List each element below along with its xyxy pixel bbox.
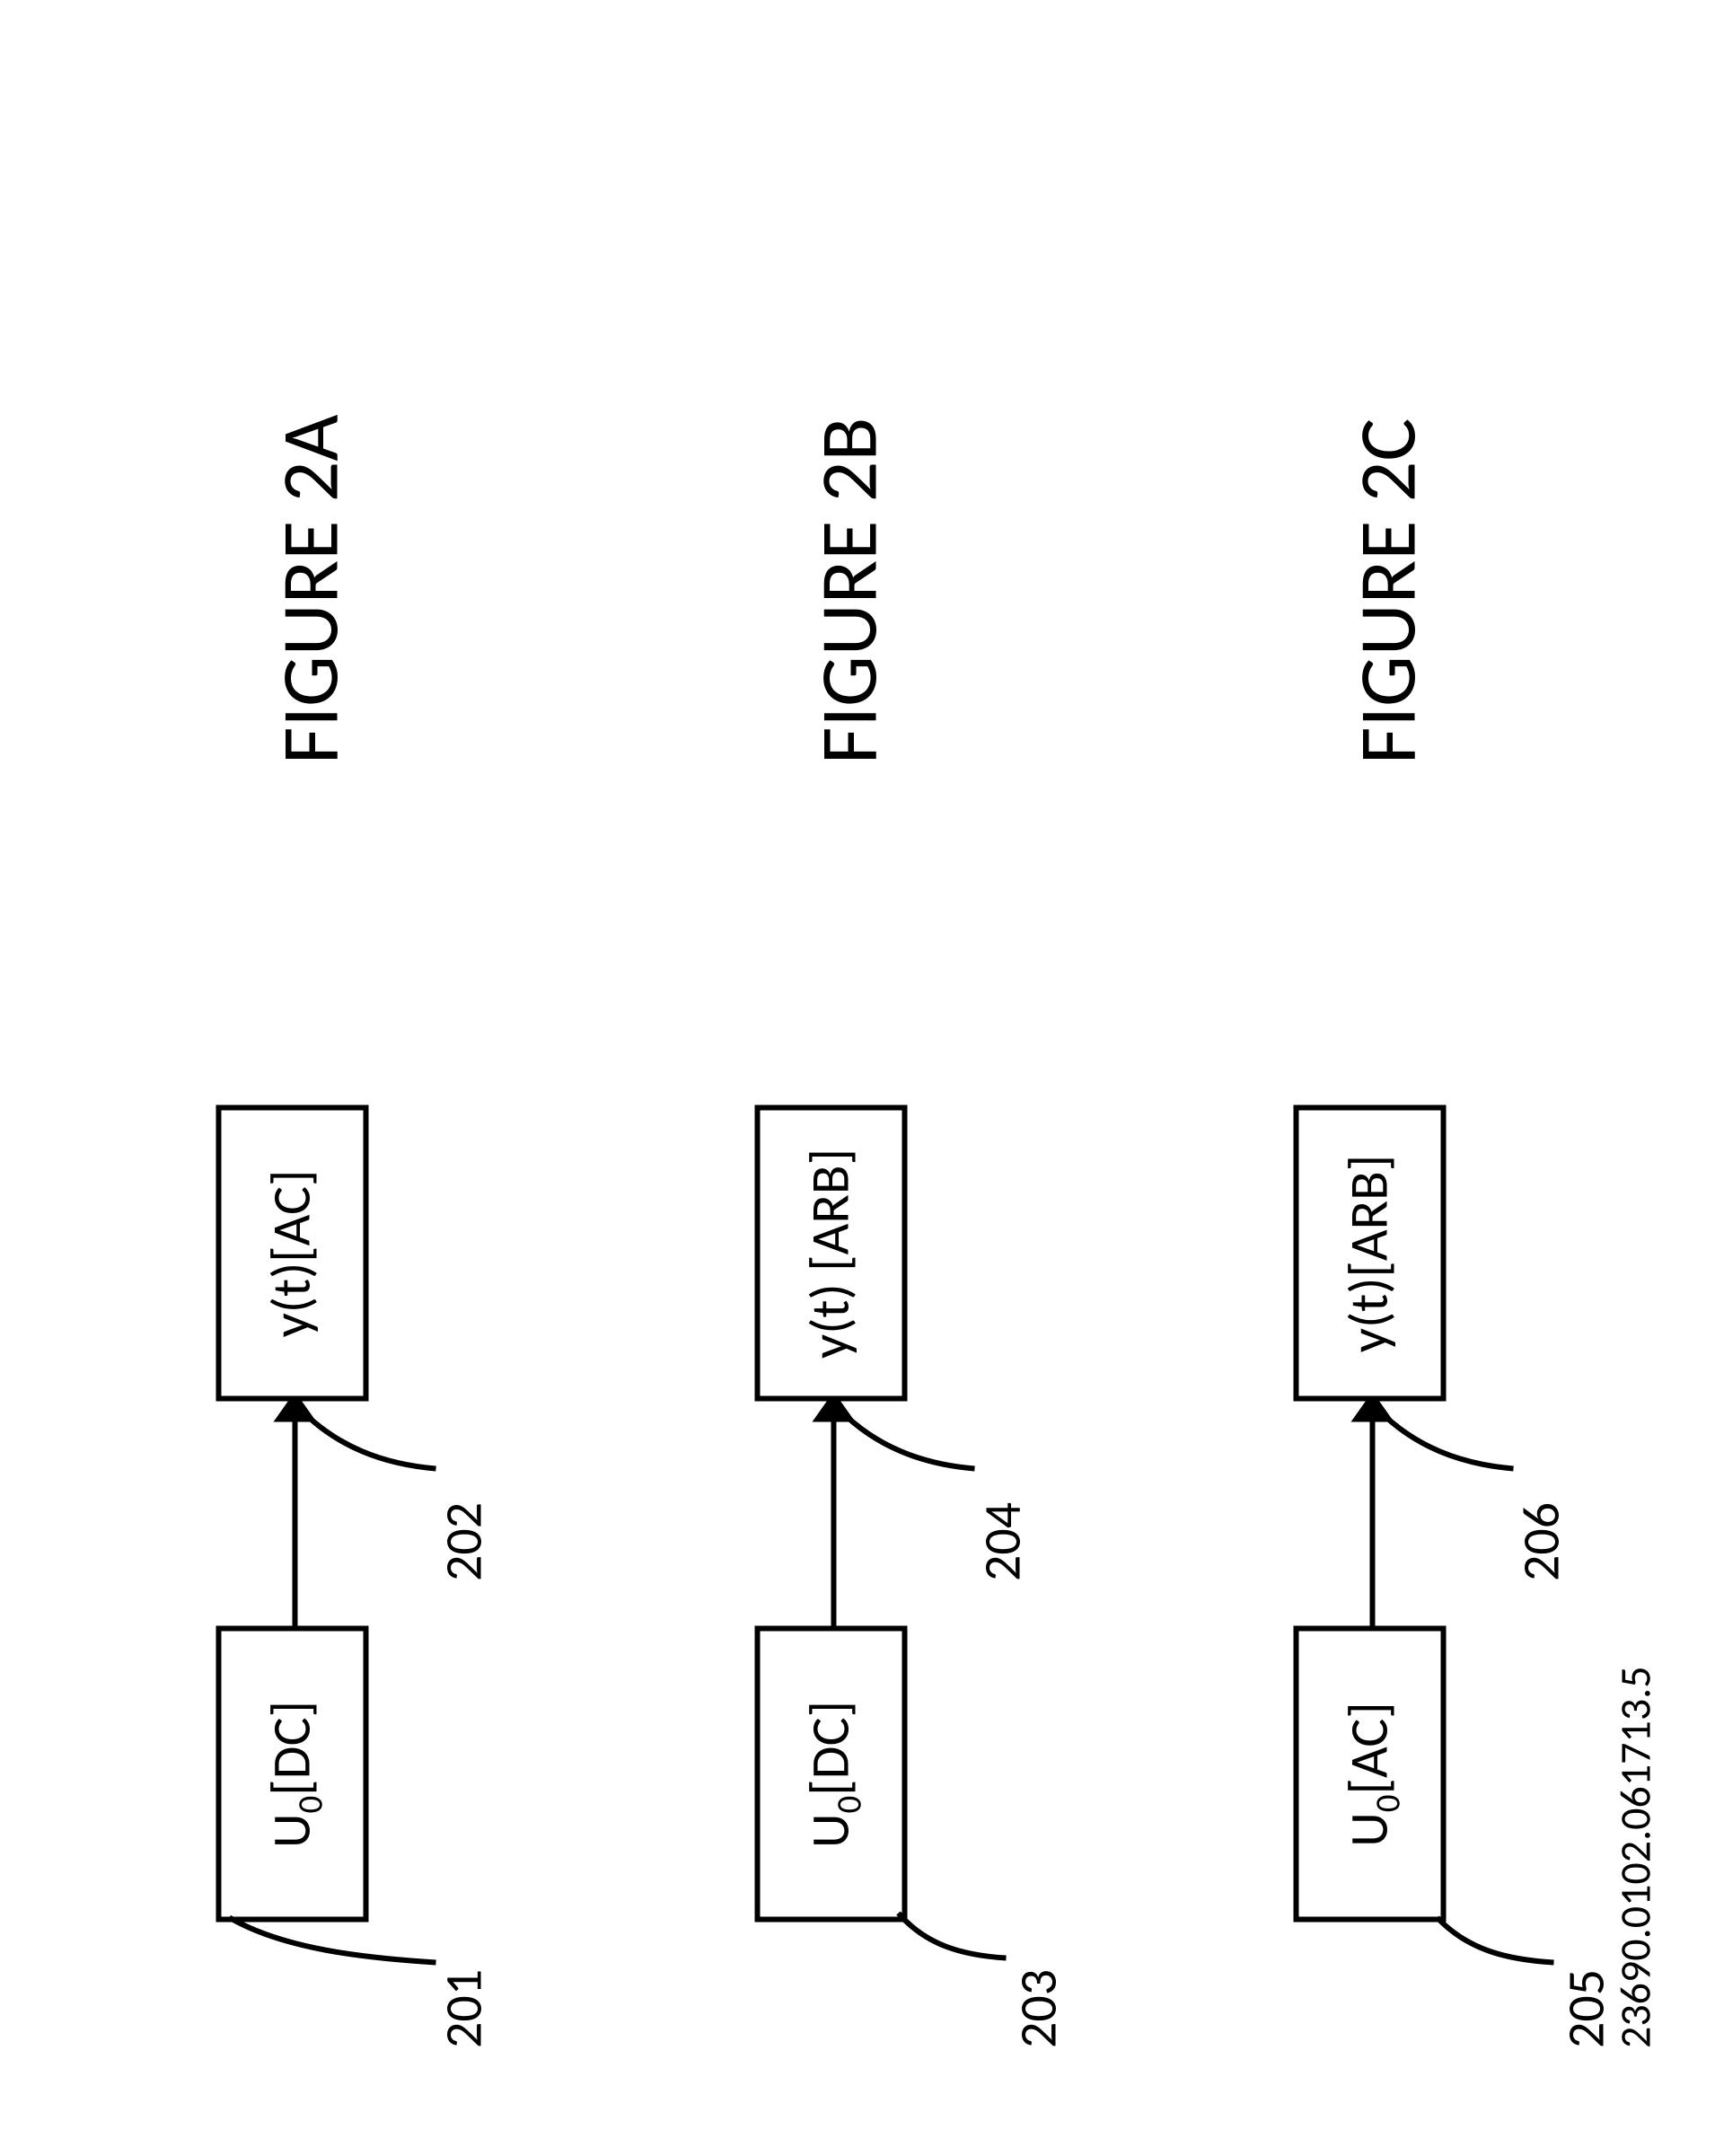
figure-2a-right-text: y(t)[AC] (259, 1170, 325, 1338)
figure-2a-diagram: U0[DC] y(t)[AC] 201 202 (108, 1060, 557, 2048)
figure-2c-left-text: U0[AC] (1337, 1702, 1403, 1846)
figure-2c-left-sub: 0 (1367, 1794, 1409, 1812)
figure-2b-left-sub: 0 (828, 1796, 870, 1814)
figure-2c-left-box: U0[AC] (1293, 1626, 1446, 1923)
figure-2a-left-sub: 0 (289, 1796, 331, 1814)
figure-2b-diagram: U0[DC] y(t) [ARB] 203 204 (646, 1060, 1095, 2048)
figure-2c-row: U0[AC] y(t)[ARB] 205 206 FIGURE 2C (1185, 109, 1634, 2048)
figure-2c-title: FIGURE 2C (1338, 418, 1437, 764)
figure-2c-ref-right: 206 (1508, 1502, 1572, 1581)
figure-2a-left-text: U0[DC] (259, 1701, 325, 1848)
figure-2b-left-leader-curve (898, 1891, 1006, 1963)
figure-2b-ref-left: 203 (1006, 1969, 1069, 2048)
figure-2a-right-leader-curve (301, 1402, 435, 1474)
figure-2c-left-suffix: [AC] (1337, 1702, 1403, 1794)
figure-2b-left-suffix: [DC] (798, 1701, 864, 1796)
figure-2a-left-suffix: [DC] (259, 1701, 325, 1796)
footer-code: 23690.0102.061713.5 (1608, 1666, 1661, 2048)
figure-2a-left-prefix: U (259, 1814, 325, 1849)
figure-2b-right-box: y(t) [ARB] (754, 1105, 907, 1402)
figure-2a-ref-right: 202 (431, 1502, 495, 1581)
figure-2c-diagram: U0[AC] y(t)[ARB] 205 206 (1185, 1060, 1634, 2048)
figure-2c-left-leader-curve (1437, 1891, 1553, 1967)
figure-2c-left-prefix: U (1337, 1812, 1403, 1847)
figure-2a-title: FIGURE 2A (260, 415, 359, 764)
figure-2b-ref-right: 204 (970, 1502, 1033, 1581)
figure-2a-row: U0[DC] y(t)[AC] 201 202 FIGURE 2A (108, 109, 557, 2048)
figure-2c-right-box: y(t)[ARB] (1293, 1105, 1446, 1402)
figure-2a-left-leader-curve (229, 1896, 435, 1967)
figure-2b-left-prefix: U (798, 1814, 864, 1849)
figure-2b-row: U0[DC] y(t) [ARB] 203 204 FIGURE 2B (646, 109, 1095, 2048)
figure-2c-right-text: y(t)[ARB] (1337, 1155, 1403, 1352)
figure-2b-arrow-line (831, 1420, 836, 1626)
content-area: U0[DC] y(t)[AC] 201 202 FIGURE 2A (0, 0, 1715, 2156)
figure-2c-arrow-line (1369, 1420, 1375, 1626)
figure-2a-ref-left: 201 (431, 1969, 495, 2048)
figure-2b-left-box: U0[DC] (754, 1626, 907, 1923)
figure-2b-title: FIGURE 2B (799, 418, 898, 764)
page-rotated: U0[DC] y(t)[AC] 201 202 FIGURE 2A (0, 221, 1715, 1936)
figure-2b-right-leader-curve (840, 1402, 974, 1474)
figure-2a-left-box: U0[DC] (215, 1626, 368, 1923)
figure-2b-left-text: U0[DC] (798, 1701, 864, 1848)
figure-2c-right-leader-curve (1378, 1402, 1513, 1474)
figure-2a-arrow-line (292, 1420, 297, 1626)
figure-2b-right-text: y(t) [ARB] (798, 1148, 864, 1359)
figure-2a-right-box: y(t)[AC] (215, 1105, 368, 1402)
